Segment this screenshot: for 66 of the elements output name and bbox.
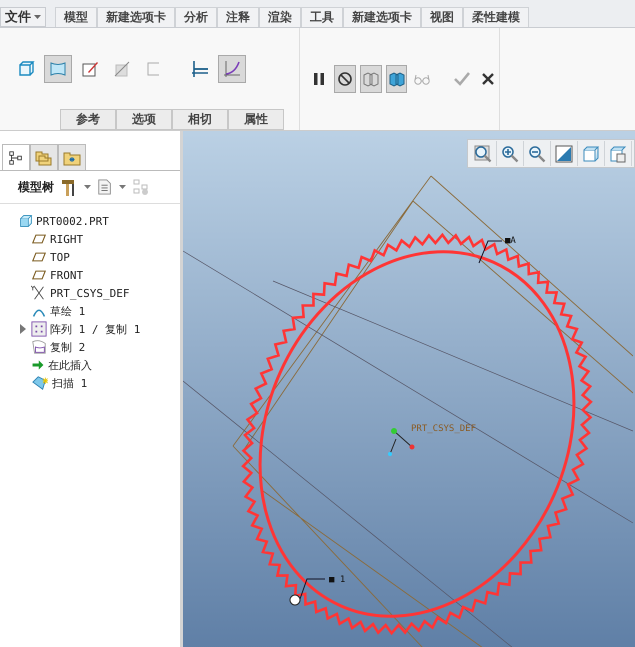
- tree-item-label[interactable]: 复制 2: [50, 340, 86, 354]
- zoom-out-icon: [528, 144, 546, 162]
- zoom-fit-icon: [474, 144, 492, 162]
- pencil-icon: [81, 60, 99, 78]
- variable-section-icon: [223, 60, 241, 78]
- panel-title: 模型树: [18, 178, 54, 196]
- no-entry-icon: [336, 70, 354, 88]
- caret-right-icon[interactable]: [19, 324, 27, 334]
- tree-icon: [8, 150, 24, 166]
- zoom-in-icon: [501, 144, 519, 162]
- tree-item-label[interactable]: PRT_CSYS_DEF: [50, 286, 130, 300]
- annotation-label: PRT_CSYS_DEF: [411, 424, 476, 434]
- cube-icon: [582, 144, 600, 162]
- surface-icon: [49, 60, 67, 78]
- caret-down-icon: [34, 14, 41, 20]
- annotation-label: ■A: [505, 236, 516, 246]
- tree-item-label[interactable]: 草绘 1: [50, 304, 86, 318]
- ribbon-tab[interactable]: 注释: [217, 7, 259, 27]
- start-point-marker: [290, 594, 300, 606]
- ribbon-tab[interactable]: 新建选项卡: [343, 7, 421, 27]
- wireframe-boxes-icon: [362, 70, 380, 88]
- tree-item-label[interactable]: RIGHT: [50, 232, 84, 246]
- ribbon-tab[interactable]: 模型: [55, 7, 97, 27]
- navigator-tab[interactable]: [2, 144, 30, 170]
- folders-icon: [35, 148, 53, 166]
- leader-line: [300, 578, 326, 600]
- tree-item-label[interactable]: PRT0002.PRT: [36, 214, 109, 228]
- panel-tab[interactable]: 选项: [116, 109, 172, 130]
- panel-tab[interactable]: 相切: [172, 109, 228, 130]
- ribbon-tab[interactable]: 新建选项卡: [97, 7, 175, 27]
- repaint-icon: [555, 144, 573, 162]
- annotation-label: ■ 1: [329, 575, 346, 585]
- shaded-boxes-icon: [388, 70, 406, 88]
- tree-item-label[interactable]: FRONT: [50, 268, 84, 282]
- sweep-icon: [31, 375, 49, 391]
- ribbon-tab[interactable]: 视图: [421, 7, 463, 27]
- cube-icon: [17, 60, 35, 78]
- cube-list-icon: [609, 144, 627, 162]
- caret-down-icon[interactable]: [84, 184, 91, 190]
- arrow-right-icon: [31, 358, 45, 372]
- constant-section-icon: [191, 60, 209, 78]
- ribbon-tab[interactable]: 渲染: [259, 7, 301, 27]
- leader-line: [478, 240, 502, 264]
- panel-tab[interactable]: 属性: [228, 109, 284, 130]
- hidden-tree-icon: [132, 178, 150, 196]
- file-menu[interactable]: 文件: [0, 7, 46, 27]
- list-icon: [97, 178, 113, 196]
- ribbon-tab[interactable]: 柔性建模: [463, 7, 529, 27]
- tree-item-label[interactable]: 阵列 1 / 复制 1: [50, 322, 140, 336]
- tree-item-label[interactable]: 扫描 1: [52, 376, 88, 390]
- tree-item-label[interactable]: 在此插入: [48, 358, 92, 372]
- parallelogram-icon: [31, 268, 47, 282]
- grid-icon: [31, 321, 47, 337]
- copy-surface-icon: [31, 339, 47, 355]
- slash-square-icon: [113, 60, 131, 78]
- cube-icon: [19, 214, 33, 228]
- caret-down-icon[interactable]: [119, 184, 126, 190]
- toolbar-button[interactable]: [386, 65, 408, 93]
- parallelogram-icon: [31, 250, 47, 264]
- ribbon-tab[interactable]: 分析: [175, 7, 217, 27]
- panel-tab[interactable]: 参考: [60, 109, 116, 130]
- toolbar-button[interactable]: [334, 65, 356, 93]
- tree-item-label[interactable]: TOP: [50, 250, 70, 264]
- checkmark-icon: [453, 70, 472, 88]
- parallelogram-icon: [31, 232, 47, 246]
- ribbon-tab[interactable]: 工具: [301, 7, 343, 27]
